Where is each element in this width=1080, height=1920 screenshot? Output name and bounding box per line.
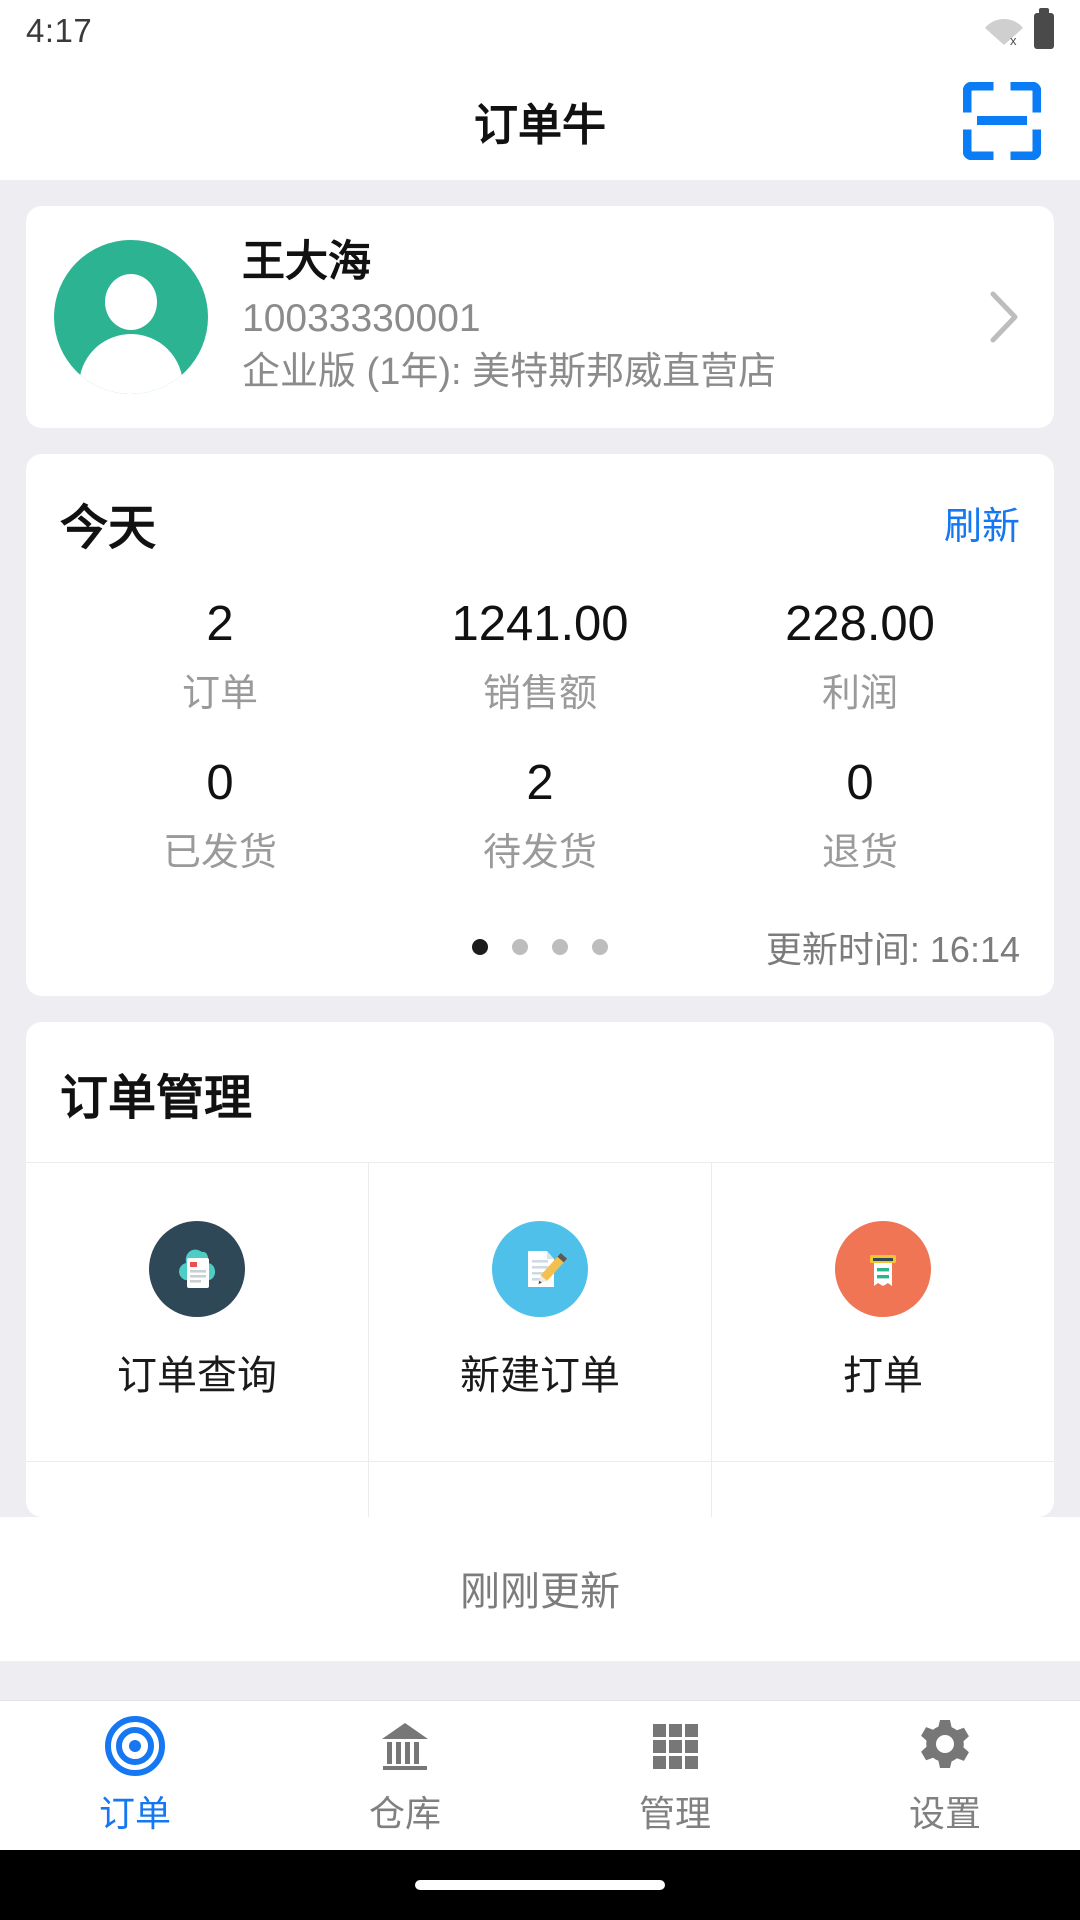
chevron-right-icon[interactable] <box>982 289 1026 345</box>
profile-text: 王大海 10033330001 企业版 (1年): 美特斯邦威直营店 <box>208 236 982 398</box>
user-avatar-icon <box>54 239 208 394</box>
grid-item-partial[interactable] <box>712 1462 1054 1517</box>
status-icons: x <box>984 8 1054 49</box>
grid-item-print[interactable]: 打单 <box>712 1163 1054 1461</box>
stats-footer: 更新时间: 16:14 <box>60 924 1020 970</box>
page-dot[interactable] <box>592 938 608 955</box>
system-navigation-bar <box>0 1850 1080 1920</box>
bank-icon <box>382 1722 428 1770</box>
tab-label: 设置 <box>908 1792 981 1834</box>
profile-plan: 企业版 (1年): 美特斯邦威直营店 <box>242 351 777 394</box>
order-management-grid: 订单查询 新建订单 打单 <box>26 1161 1054 1461</box>
stat-label: 已发货 <box>162 831 277 874</box>
tab-settings[interactable]: 设置 <box>810 1701 1080 1850</box>
content-scroll[interactable]: 王大海 10033330001 企业版 (1年): 美特斯邦威直营店 今天 刷新… <box>0 180 1080 1700</box>
stat-cell[interactable]: 228.00 利润 <box>700 596 1020 717</box>
order-management-title: 订单管理 <box>60 1071 253 1125</box>
grid-item-label: 新建订单 <box>460 1353 620 1398</box>
updated-time: 更新时间: 16:14 <box>765 928 1020 970</box>
bottom-tab-bar: 订单 仓库 管理 设置 <box>0 1700 1080 1850</box>
page-dot[interactable] <box>512 938 528 955</box>
gear-icon <box>921 1719 969 1768</box>
grid-icon <box>653 1723 698 1769</box>
app-header: 订单牛 <box>0 62 1080 180</box>
order-management-grid-row-2 <box>26 1460 1054 1517</box>
stats-row-primary: 2 订单 1241.00 销售额 228.00 利润 <box>60 596 1020 717</box>
stat-label: 订单 <box>181 672 258 715</box>
status-bar: 4:17 x <box>0 0 1080 62</box>
page-title: 订单牛 <box>474 101 606 150</box>
order-management-card: 订单管理 订单查询 新建订单 打单 <box>26 1021 1054 1517</box>
stat-value: 0 <box>206 755 234 810</box>
page-dot[interactable] <box>552 938 568 955</box>
page-dot[interactable] <box>472 938 488 955</box>
stat-value: 2 <box>526 755 554 810</box>
tab-management[interactable]: 管理 <box>540 1701 810 1850</box>
stats-header: 今天 刷新 <box>60 488 1020 558</box>
printer-receipt-icon <box>835 1220 931 1317</box>
page-indicator-dots[interactable] <box>472 938 608 955</box>
grid-item-label: 打单 <box>843 1353 923 1398</box>
stat-cell[interactable]: 0 已发货 <box>60 755 380 876</box>
tab-label: 仓库 <box>368 1792 441 1834</box>
profile-name: 王大海 <box>242 238 371 286</box>
document-search-icon <box>149 1220 245 1317</box>
svg-text:x: x <box>1010 33 1017 47</box>
tab-warehouse[interactable]: 仓库 <box>270 1701 540 1850</box>
tab-orders[interactable]: 订单 <box>0 1701 270 1850</box>
stat-cell[interactable]: 1241.00 销售额 <box>380 596 700 717</box>
battery-full-icon <box>1034 8 1054 49</box>
stat-label: 退货 <box>821 831 898 874</box>
stat-value: 228.00 <box>785 596 935 651</box>
document-edit-icon <box>492 1220 588 1317</box>
today-stats-card: 今天 刷新 2 订单 1241.00 销售额 228.00 利润 0 已发货 2… <box>26 453 1054 996</box>
tab-label: 管理 <box>638 1792 711 1834</box>
stat-cell[interactable]: 2 订单 <box>60 596 380 717</box>
home-pill-indicator[interactable] <box>415 1880 665 1890</box>
profile-account-id: 10033330001 <box>242 296 481 340</box>
grid-item-label: 订单查询 <box>117 1353 277 1398</box>
refresh-status-note: 刚刚更新 <box>0 1516 1080 1661</box>
grid-item-partial[interactable] <box>369 1461 712 1517</box>
stat-value: 0 <box>846 755 874 810</box>
grid-item-order-query[interactable]: 订单查询 <box>26 1162 369 1461</box>
tab-label: 订单 <box>98 1792 171 1834</box>
grid-item-partial[interactable] <box>26 1461 369 1517</box>
grid-item-new-order[interactable]: 新建订单 <box>369 1162 712 1461</box>
stat-cell[interactable]: 0 退货 <box>700 755 1020 876</box>
stat-value: 1241.00 <box>451 596 629 651</box>
stats-title: 今天 <box>60 501 157 555</box>
stat-value: 2 <box>206 596 234 651</box>
refresh-button[interactable]: 刷新 <box>944 495 1020 550</box>
profile-card[interactable]: 王大海 10033330001 企业版 (1年): 美特斯邦威直营店 <box>26 206 1054 428</box>
scan-qr-button[interactable] <box>960 79 1044 163</box>
target-icon <box>105 1715 165 1776</box>
stat-label: 利润 <box>821 672 898 715</box>
stat-label: 销售额 <box>482 672 597 715</box>
app-root: 4:17 x 订单牛 王大海 10033330001 企业版 (1年): 美特斯… <box>0 0 1080 1920</box>
wifi-off-icon: x <box>984 15 1024 47</box>
stats-row-secondary: 0 已发货 2 待发货 0 退货 <box>60 755 1020 876</box>
stat-label: 待发货 <box>482 831 597 874</box>
status-time: 4:17 <box>26 12 93 49</box>
scan-qr-icon <box>963 82 1041 160</box>
stat-cell[interactable]: 2 待发货 <box>380 755 700 876</box>
